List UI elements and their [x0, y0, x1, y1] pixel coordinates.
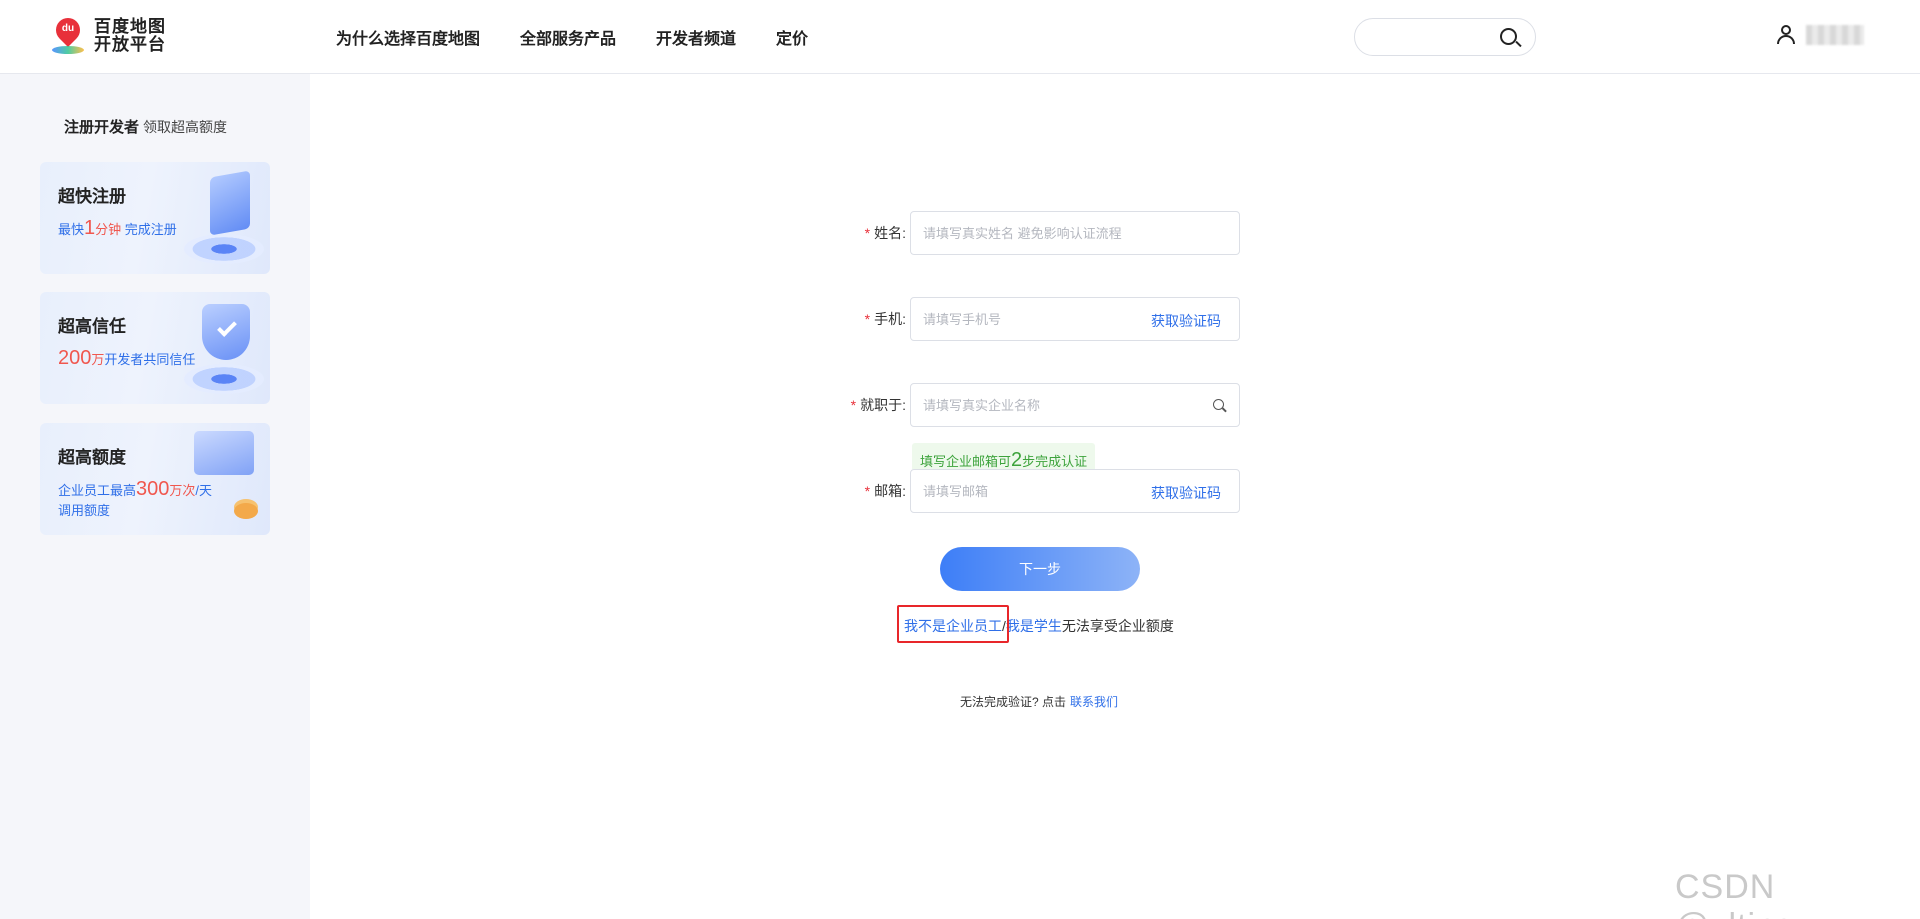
student-link[interactable]: 我是学生 — [1006, 618, 1062, 634]
user-menu[interactable] — [1776, 24, 1864, 46]
email-label: * 邮箱: — [864, 483, 906, 499]
card-title: 超快注册 — [58, 187, 126, 206]
phone-input[interactable] — [923, 298, 1143, 340]
nav-pricing[interactable]: 定价 — [776, 25, 808, 49]
logo-text: 百度地图 开放平台 — [94, 18, 166, 54]
csdn-watermark: CSDN @zlting_ — [1675, 868, 1815, 919]
sidebar-title-rest: 领取超高额度 — [143, 119, 228, 135]
contact-line: 无法完成验证? 点击 联系我们 — [960, 695, 1119, 709]
next-step-button[interactable]: 下一步 — [940, 547, 1140, 591]
map-pin-logo-icon: du — [50, 13, 86, 58]
email-get-code-button[interactable]: 获取验证码 — [1151, 483, 1221, 503]
name-row: * 姓名: — [832, 211, 1240, 255]
card-high-trust: 超高信任 200万开发者共同信任 — [40, 292, 270, 404]
name-field-box — [910, 211, 1240, 255]
phone-row: *手机: 获取验证码 — [832, 297, 1240, 341]
blurred-username — [1806, 25, 1864, 45]
card-title: 超高额度 — [58, 448, 126, 467]
header-search-input[interactable] — [1369, 19, 1499, 55]
company-row: * 就职于: — [832, 383, 1240, 427]
nav-all-products[interactable]: 全部服务产品 — [520, 25, 616, 49]
company-search-icon[interactable] — [1213, 399, 1227, 413]
logo-text-line2: 开放平台 — [94, 35, 166, 54]
screen-coin-illustration-icon — [174, 423, 270, 535]
phone-field-box: 获取验证码 — [910, 297, 1240, 341]
email-hint-badge: 填写企业邮箱可2步完成认证 — [912, 443, 1096, 469]
main-nav: 为什么选择百度地图 全部服务产品 开发者频道 定价 — [336, 0, 848, 74]
search-icon[interactable] — [1499, 27, 1522, 49]
name-label: * 姓名: — [864, 225, 906, 241]
shield-check-illustration-icon — [174, 292, 270, 404]
benefits-sidebar: 注册开发者 领取超高额度 超快注册 最快1分钟 完成注册 超高信任 200万开发者… — [0, 74, 310, 919]
phone-label: * 手机: — [864, 311, 906, 327]
company-label: * 就职于: — [850, 397, 906, 413]
phone-get-code-button[interactable]: 获取验证码 — [1151, 311, 1221, 331]
nav-developer-channel[interactable]: 开发者频道 — [656, 25, 736, 49]
not-employee-link[interactable]: 我不是企业员工 — [904, 618, 1002, 634]
card-title: 超高信任 — [58, 317, 126, 336]
nav-why-baidu-map[interactable]: 为什么选择百度地图 — [336, 25, 480, 49]
alt-identity-line: 我不是企业员工/我是学生无法享受企业额度 — [904, 618, 1174, 634]
name-input[interactable] — [923, 212, 1143, 254]
email-field-box: 获取验证码 — [910, 469, 1240, 513]
card-high-quota: 超高额度 企业员工最高300万次/天 调用额度 — [40, 423, 270, 535]
user-icon — [1776, 24, 1796, 46]
header-search — [1354, 18, 1536, 56]
contact-us-link[interactable]: 联系我们 — [1070, 695, 1118, 709]
company-input[interactable] — [923, 384, 1143, 426]
email-input[interactable] — [923, 470, 1143, 512]
card-fast-register: 超快注册 最快1分钟 完成注册 — [40, 162, 270, 274]
company-field-box — [910, 383, 1240, 427]
baidu-map-logo[interactable]: du 百度地图 开放平台 — [50, 13, 166, 58]
top-header: du 百度地图 开放平台 为什么选择百度地图 全部服务产品 开发者频道 定价 — [0, 0, 1920, 74]
logo-text-line1: 百度地图 — [94, 17, 166, 36]
email-row: *邮箱: 获取验证码 — [832, 469, 1240, 513]
document-illustration-icon — [174, 162, 270, 274]
sidebar-title: 注册开发者 领取超高额度 — [64, 116, 227, 137]
sidebar-title-bold: 注册开发者 — [64, 119, 140, 136]
